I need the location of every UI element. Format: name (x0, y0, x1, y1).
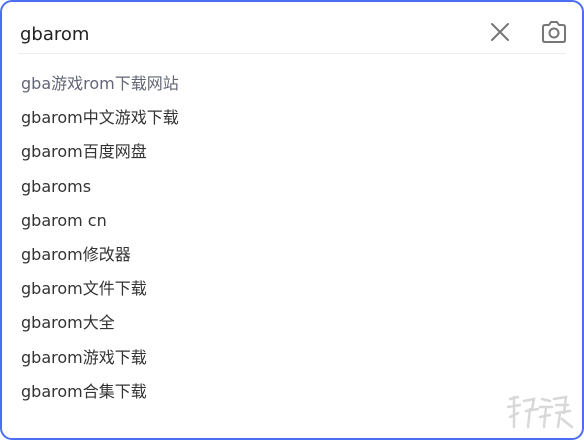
suggestion-item[interactable]: gbaroms (2, 170, 582, 204)
search-input[interactable] (20, 20, 460, 48)
suggestion-item[interactable]: gbarom合集下载 (2, 375, 582, 409)
suggestion-item[interactable]: gbarom中文游戏下载 (2, 101, 582, 135)
clear-button[interactable] (488, 20, 512, 44)
suggestion-item[interactable]: gba游戏rom下载网站 (2, 67, 582, 101)
suggestion-item[interactable]: gbarom修改器 (2, 238, 582, 272)
suggestion-item[interactable]: gbarom文件下载 (2, 272, 582, 306)
suggestion-item[interactable]: gbarom百度网盘 (2, 135, 582, 169)
suggestion-list: gba游戏rom下载网站 gbarom中文游戏下载 gbarom百度网盘 gba… (2, 67, 582, 409)
suggestion-item[interactable]: gbarom游戏下载 (2, 341, 582, 375)
close-icon (491, 23, 509, 41)
suggestion-item[interactable]: gbarom大全 (2, 306, 582, 340)
suggestion-item[interactable]: gbarom cn (2, 204, 582, 238)
camera-icon (542, 21, 566, 43)
divider (18, 53, 566, 54)
image-search-button[interactable] (540, 19, 568, 45)
search-box: gba游戏rom下载网站 gbarom中文游戏下载 gbarom百度网盘 gba… (0, 0, 584, 440)
watermark-logo (506, 395, 574, 429)
